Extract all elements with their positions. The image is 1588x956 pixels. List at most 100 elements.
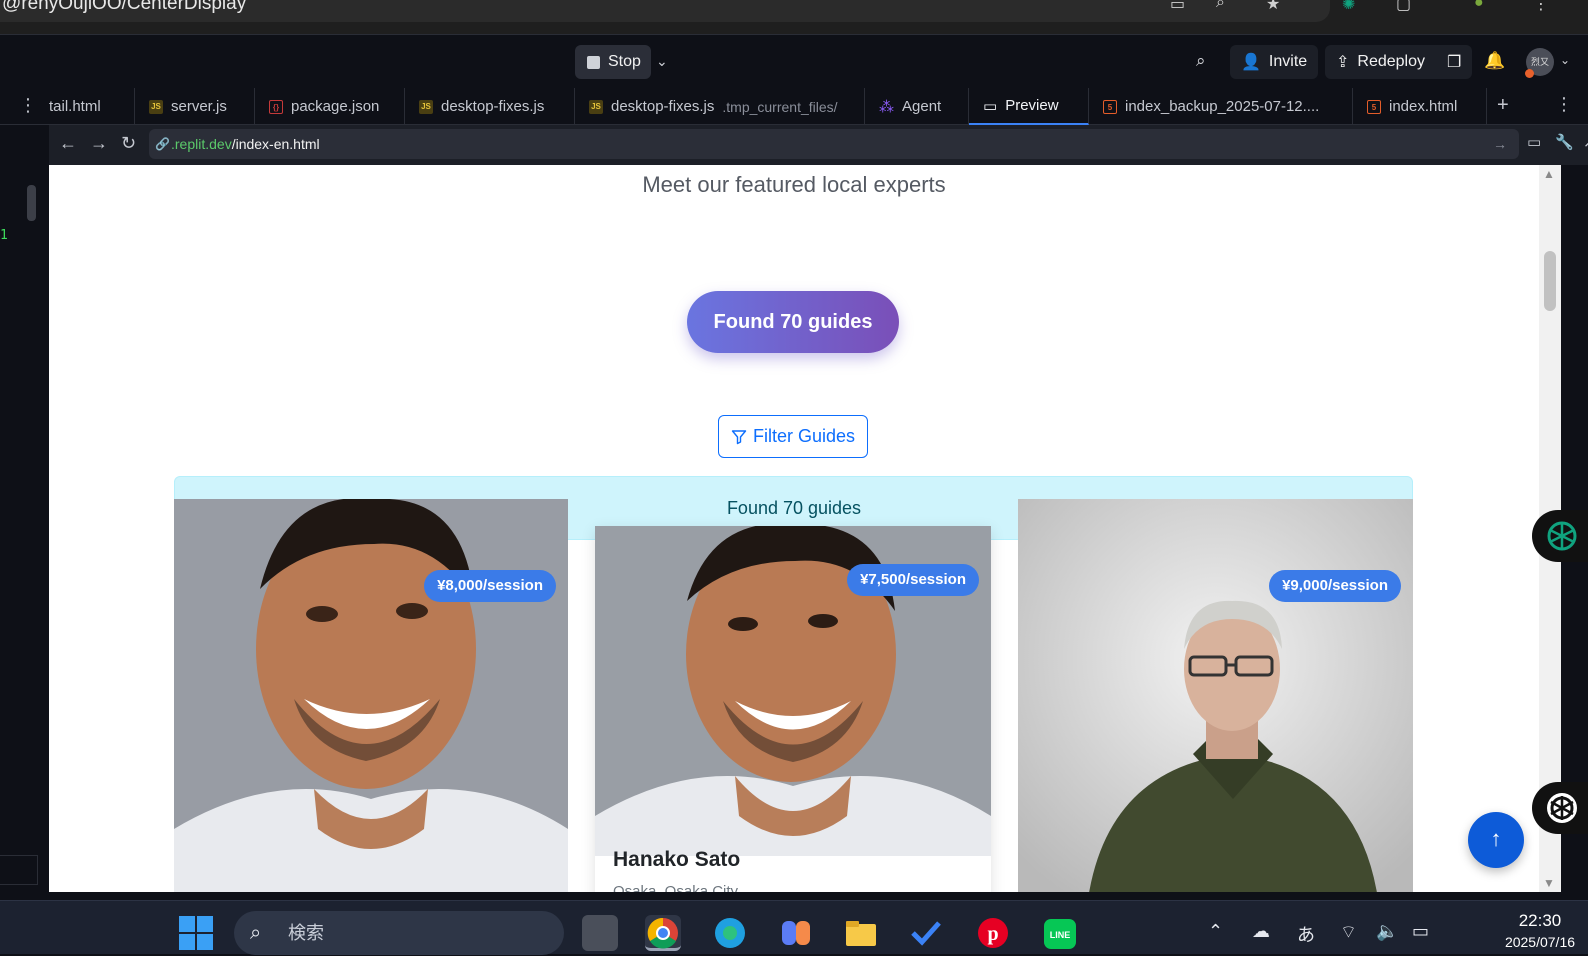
svg-text:LINE: LINE [1050,930,1071,940]
chatgpt-float-button[interactable] [1532,510,1588,562]
guide-location: Osaka, Osaka City [613,883,739,892]
tab-label: desktop-fixes.js [441,98,545,115]
avatar-text: 烈又 [1530,57,1549,67]
preview-addressbar: ← → ↻ 🔗 .replit.dev/index-en.html → ▭ 🔧 … [49,125,1588,165]
task-view-icon[interactable] [582,915,618,951]
html-file-icon: 5 [1103,99,1117,114]
tab-server-js[interactable]: JS server.js [135,88,255,125]
found-guides-pill: Found 70 guides [687,291,899,353]
extensions-icon[interactable]: ▢ [1396,0,1418,13]
taskbar-search-input[interactable]: ⌕ 検索 [234,911,564,955]
chatgpt-icon [1547,521,1577,551]
stop-button[interactable]: Stop [575,45,651,79]
chevron-up-icon[interactable]: ⌃ [1208,921,1223,942]
url-input[interactable]: 🔗 .replit.dev/index-en.html → [149,129,1519,159]
tab-package-json[interactable]: {} package.json [255,88,405,125]
browser-tab-title[interactable]: @renyOujiOO/CenterDisplay [0,0,1330,22]
weather-cloud-icon[interactable]: ☁ [1252,921,1270,942]
search-icon[interactable]: ⌕ [1216,0,1238,11]
chevron-down-icon[interactable]: ⌄ [1560,53,1570,67]
tab-label: Preview [1005,97,1059,114]
notification-dot [1525,69,1534,78]
device-icon[interactable]: ▭ [1527,133,1541,151]
file-explorer-icon[interactable] [843,915,879,951]
wifi-icon[interactable]: ⌔ [1340,921,1357,944]
scroll-up-icon[interactable]: ▲ [1543,167,1555,181]
open-external-icon[interactable]: ↗ [1583,133,1588,151]
js-file-icon: JS [419,99,433,114]
battery-icon[interactable]: ▭ [1412,921,1429,942]
volume-icon[interactable]: 🔈 [1376,921,1398,942]
todo-check-icon[interactable] [908,915,944,951]
scrollbar-thumb[interactable] [1544,251,1556,311]
guide-card[interactable]: ¥9,000/session [1018,499,1413,892]
tab-sublabel: .tmp_current_files/ [722,98,838,115]
reload-icon[interactable]: ↻ [121,133,136,154]
clock-date: 2025/07/16 [1504,934,1576,950]
filter-label: Filter Guides [752,426,856,446]
copilot-icon[interactable] [778,915,814,951]
tab-desktop-fixes-tmp[interactable]: JS desktop-fixes.js .tmp_current_files/ [575,88,865,125]
tab-label: tail.html [49,98,101,115]
search-icon[interactable]: ⌕ [1196,51,1206,71]
clock-time: 22:30 [1518,911,1562,930]
profile-icon[interactable]: ● [1474,0,1496,11]
js-file-icon: JS [149,99,163,114]
filter-guides-button[interactable]: Filter Guides [718,415,868,458]
windows-taskbar: ⌕ 検索 p LINE ⌃ ☁ あ ⌔ 🔈 ▭ 22:30 2025/07/16 [0,900,1588,955]
browser-title-text: @renyOujiOO/CenterDisplay [2,0,247,14]
back-arrow-icon[interactable]: ← [59,133,77,154]
bookmark-star-icon[interactable]: ★ [1266,0,1288,13]
chrome-icon[interactable] [645,915,681,951]
edge-icon[interactable] [712,915,748,951]
chevron-down-icon[interactable]: ⌄ [656,53,668,70]
tab-index-html[interactable]: 5 index.html [1353,88,1487,125]
tab-agent[interactable]: ⁂ Agent [865,88,969,125]
stop-label: Stop [608,53,641,70]
invite-button[interactable]: 👤 Invite [1230,45,1319,79]
tab-label: server.js [171,98,227,115]
tab-index-backup[interactable]: 5 index_backup_2025-07-12.... [1089,88,1353,125]
pane-menu-icon[interactable]: ⋮ [19,95,37,116]
forward-arrow-icon[interactable]: → [90,133,108,154]
tab-label: desktop-fixes.js [611,98,715,115]
bell-icon[interactable]: 🔔 [1484,51,1505,71]
ime-indicator[interactable]: あ [1297,921,1315,947]
new-tab-plus-icon[interactable]: + [1497,94,1509,117]
redeploy-button[interactable]: ⇪ Redeploy ❐ [1325,45,1473,79]
gutter-panel [0,855,38,885]
guide-name: Hanako Sato [613,848,741,871]
windows-start-icon[interactable] [178,915,214,951]
scroll-down-icon[interactable]: ▼ [1543,876,1555,890]
tab-label: index_backup_2025-07-12.... [1125,98,1320,115]
agent-icon: ⁂ [879,98,894,116]
html-file-icon: 5 [1367,99,1381,114]
gutter-scrollbar[interactable] [27,185,36,221]
deploy-icon: ⇪ [1336,54,1350,71]
line-app-icon[interactable]: LINE [1042,915,1078,951]
pinterest-icon[interactable]: p [975,915,1011,951]
guide-card[interactable]: ¥8,000/session [174,499,568,892]
price-badge: ¥7,500/session [847,564,979,596]
editor-gutter: 1 [0,125,49,900]
cast-icon[interactable]: ▭ [1170,0,1192,13]
guide-card[interactable]: ¥7,500/session Hanako Sato Osaka, Osaka … [595,526,991,892]
add-user-icon: 👤 [1241,54,1261,71]
tab-preview[interactable]: ▭ Preview [969,88,1089,125]
openai-float-button[interactable] [1532,782,1588,834]
back-to-top-button[interactable]: ↑ [1468,812,1524,868]
more-options-icon[interactable]: ⋮ [1555,94,1573,115]
go-arrow-icon[interactable]: → [1493,129,1507,159]
svg-text:p: p [987,923,998,945]
taskbar-clock[interactable]: 22:30 2025/07/16 [1500,911,1580,950]
browser-menu-icon[interactable]: ⋮ [1533,0,1555,13]
monitor-icon: ▭ [983,97,998,115]
devtools-wrench-icon[interactable]: 🔧 [1555,133,1574,151]
editor-tabstrip: tail.html JS server.js {} package.json J… [0,88,1588,125]
stop-square-icon [587,55,600,69]
chatgpt-extension-icon[interactable]: ✺ [1342,0,1364,13]
replit-topbar: Stop ⌄ ⌕ 👤 Invite ⇪ Redeploy ❐ 🔔 烈又 ⌄ [0,34,1588,88]
tab-detail-html[interactable]: tail.html [49,88,135,125]
avatar[interactable]: 烈又 [1525,48,1554,78]
tab-desktop-fixes-js[interactable]: JS desktop-fixes.js [405,88,575,125]
